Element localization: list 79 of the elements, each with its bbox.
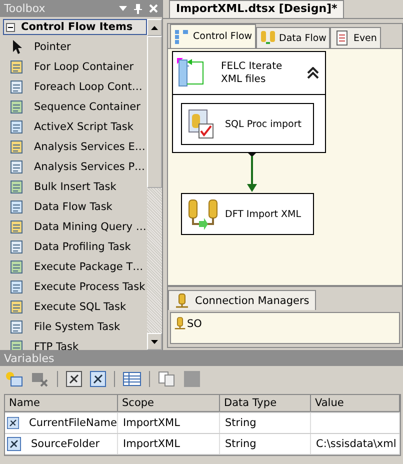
toolbox-item[interactable]: Data Mining Query … bbox=[3, 217, 147, 237]
variable-icon bbox=[7, 437, 21, 451]
toolbox-item[interactable]: For Loop Container bbox=[3, 57, 147, 77]
toolbox-item[interactable]: Analysis Services P… bbox=[3, 157, 147, 177]
variable-icon[interactable] bbox=[66, 371, 82, 387]
task-icon bbox=[9, 219, 25, 235]
task-icon bbox=[9, 259, 25, 275]
task-icon bbox=[9, 59, 25, 75]
toolbox-item[interactable]: File System Task bbox=[3, 317, 147, 337]
task-icon bbox=[9, 179, 25, 195]
pages-icon[interactable] bbox=[158, 371, 176, 387]
container-box[interactable]: FELC Iterate XML files SQL Proc import bbox=[172, 51, 326, 153]
task-icon bbox=[9, 199, 25, 215]
cylinders-icon bbox=[260, 30, 276, 46]
task-label: DFT Import XML bbox=[225, 208, 301, 220]
designer-tab[interactable]: Data Flow bbox=[256, 27, 330, 48]
delete-variable-icon[interactable] bbox=[31, 371, 49, 387]
table-cell: CurrentFileName bbox=[29, 417, 117, 429]
toolbox-item[interactable]: Execute Process Task bbox=[3, 277, 147, 297]
toolbox-item[interactable]: Execute Package T… bbox=[3, 257, 147, 277]
grid-icon[interactable] bbox=[123, 372, 141, 386]
task-icon bbox=[9, 79, 25, 95]
column-header[interactable]: Value bbox=[311, 395, 400, 412]
designer-tab[interactable]: Even bbox=[330, 27, 381, 48]
toolbox-item[interactable]: Data Flow Task bbox=[3, 197, 147, 217]
connection-item[interactable]: SO bbox=[174, 316, 202, 331]
designer-tab[interactable]: Control Flow bbox=[170, 24, 256, 48]
column-header[interactable]: Data Type bbox=[220, 395, 311, 412]
table-cell: SourceFolder bbox=[31, 438, 100, 450]
toolbox-item[interactable]: Foreach Loop Cont… bbox=[3, 77, 147, 97]
task-box[interactable]: SQL Proc import bbox=[181, 103, 314, 145]
flow-icon bbox=[174, 28, 190, 44]
toolbox-item[interactable]: Sequence Container bbox=[3, 97, 147, 117]
collapse-chevron-icon[interactable] bbox=[307, 67, 319, 79]
task-icon bbox=[9, 99, 25, 115]
add-variable-icon[interactable] bbox=[5, 371, 23, 387]
document-tab[interactable]: ImportXML.dtsx [Design]* bbox=[169, 0, 344, 18]
close-icon[interactable] bbox=[149, 4, 158, 13]
panel-title: Variables bbox=[4, 352, 54, 364]
task-box[interactable]: DFT Import XML bbox=[181, 193, 314, 235]
task-icon bbox=[9, 159, 25, 175]
column-header[interactable]: Name bbox=[5, 395, 118, 412]
variable-icon bbox=[7, 416, 20, 430]
task-icon bbox=[9, 299, 25, 315]
connection-managers-tab[interactable]: Connection Managers bbox=[168, 290, 316, 310]
variable-icon[interactable] bbox=[90, 371, 106, 387]
toolbox-item[interactable]: Analysis Services E… bbox=[3, 137, 147, 157]
precedence-arrow bbox=[246, 153, 258, 193]
container-title: FELC Iterate XML files bbox=[221, 60, 284, 86]
task-icon bbox=[9, 319, 25, 335]
task-icon bbox=[9, 279, 25, 295]
cylinders-icon bbox=[187, 198, 219, 230]
toolbox-item[interactable]: Execute SQL Task bbox=[3, 297, 147, 317]
table-cell: ImportXML bbox=[123, 417, 180, 429]
notepad-icon bbox=[334, 30, 350, 46]
collapse-icon[interactable] bbox=[6, 22, 15, 32]
column-header[interactable]: Scope bbox=[118, 395, 220, 412]
section-header[interactable]: Control Flow Items bbox=[3, 19, 147, 35]
table-cell: ImportXML bbox=[123, 438, 180, 450]
task-icon bbox=[9, 239, 25, 255]
toolbox-item[interactable]: FTP Task bbox=[3, 337, 147, 350]
table-cell: String bbox=[225, 417, 256, 429]
panel-title: Toolbox bbox=[4, 2, 46, 15]
connection-icon bbox=[174, 316, 186, 331]
toolbox-item[interactable]: Bulk Insert Task bbox=[3, 177, 147, 197]
toolbox-item[interactable]: Data Profiling Task bbox=[3, 237, 147, 257]
table-cell: String bbox=[225, 438, 256, 450]
task-label: SQL Proc import bbox=[225, 118, 302, 130]
toolbox-item[interactable]: ActiveX Script Task bbox=[3, 117, 147, 137]
scroll-down-icon[interactable] bbox=[151, 340, 158, 344]
pin-icon[interactable] bbox=[134, 4, 142, 14]
scrollbar[interactable] bbox=[147, 19, 162, 350]
dropdown-icon[interactable] bbox=[119, 6, 127, 11]
task-icon bbox=[9, 139, 25, 155]
scroll-up-icon[interactable] bbox=[151, 26, 158, 30]
toolbox-item[interactable]: Pointer bbox=[3, 37, 147, 57]
connection-icon bbox=[175, 292, 189, 308]
table-cell: C:\ssisdata\xml bbox=[316, 438, 396, 450]
task-icon bbox=[9, 119, 25, 135]
